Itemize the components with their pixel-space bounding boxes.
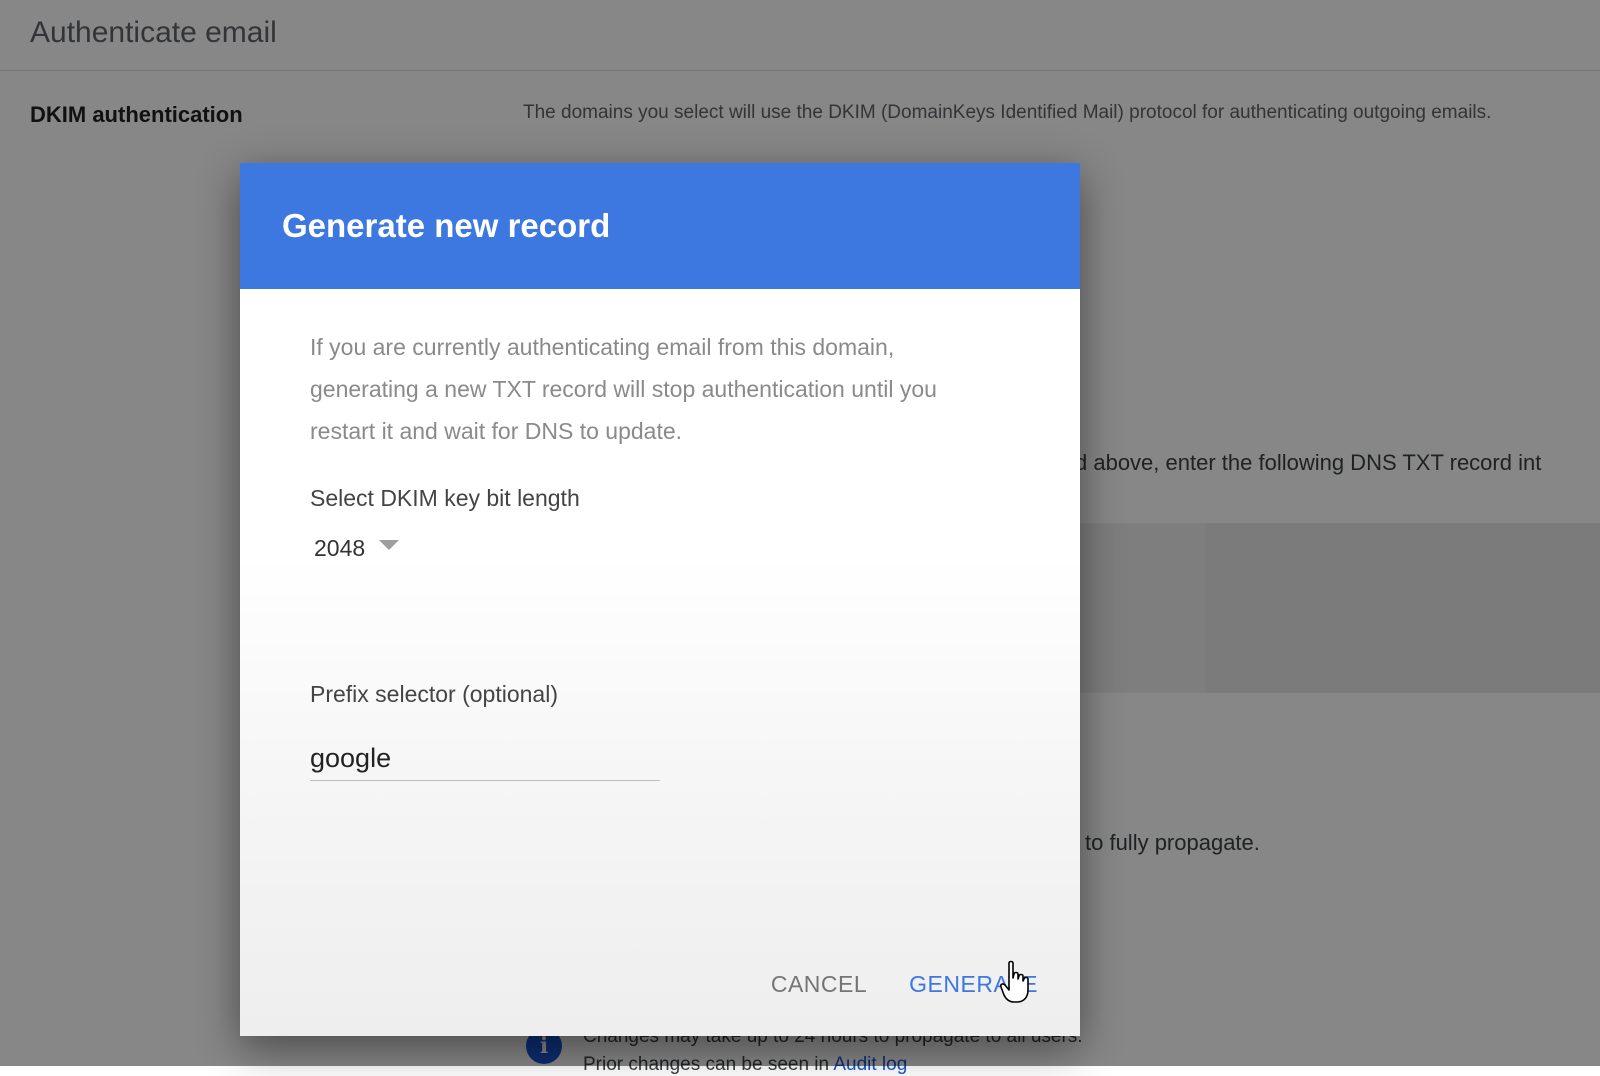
key-length-value: 2048 [314,535,366,561]
dialog-warning: If you are currently authenticating emai… [310,334,937,444]
dialog-actions: CANCEL GENERATE [771,971,1038,998]
dialog-body: If you are currently authenticating emai… [310,326,1010,452]
dialog-header: Generate new record [240,163,1080,289]
dialog-title: Generate new record [282,207,611,244]
prefix-selector-input[interactable] [310,737,660,781]
prefix-selector-label: Prefix selector (optional) [310,681,558,707]
hand-pointer-cursor-icon [1000,960,1029,1003]
generate-record-dialog: Generate new record If you are currently… [240,163,1080,1036]
key-length-dropdown[interactable]: 2048 [310,535,400,562]
dropdown-caret-icon [379,539,400,550]
key-length-label: Select DKIM key bit length [310,485,580,511]
cancel-button[interactable]: CANCEL [771,971,867,998]
